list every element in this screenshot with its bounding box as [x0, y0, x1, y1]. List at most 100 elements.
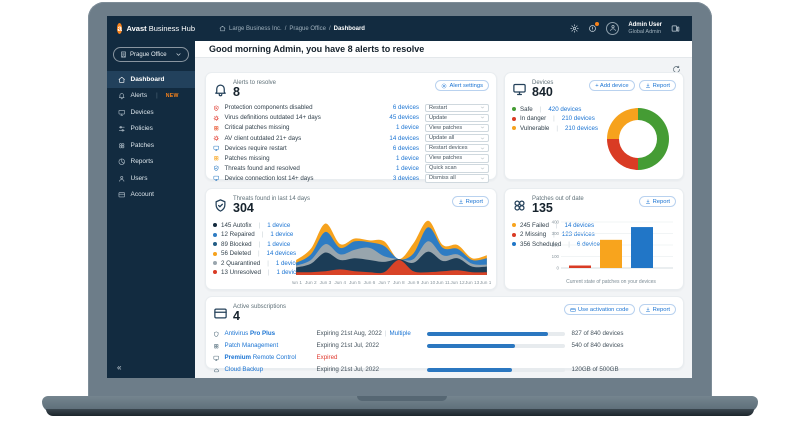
alert-devices-link[interactable]: 1 device: [367, 124, 419, 131]
sidebar-item-devices[interactable]: Devices: [107, 104, 195, 121]
legend-separator: |: [259, 231, 267, 238]
page: a Avast Business Hub Large Business Inc.…: [0, 0, 800, 421]
svg-text:100: 100: [552, 254, 560, 259]
sidebar-item-policies[interactable]: Policies: [107, 121, 195, 138]
subscription-expiry: Expired: [317, 354, 427, 361]
legend-devices-link[interactable]: 1 device: [267, 222, 290, 229]
alert-devices-link[interactable]: 3 devices: [367, 175, 419, 182]
alert-settings-button[interactable]: Alert settings: [435, 80, 489, 91]
legend-separator: |: [537, 106, 545, 113]
legend-label: Vulnerable: [520, 125, 549, 132]
svg-text:Jun 4: Jun 4: [334, 280, 346, 285]
shield-check-icon: [213, 165, 220, 172]
gear-icon[interactable]: [570, 24, 579, 33]
sidebar-item-account[interactable]: Account: [107, 187, 195, 204]
sidebar-item-patches[interactable]: Patches: [107, 137, 195, 154]
alert-action-select[interactable]: Restart devices: [425, 144, 489, 153]
virus-icon: [213, 135, 220, 142]
site-selector[interactable]: Prague Office: [113, 47, 189, 62]
subscription-name-link[interactable]: Antivirus Pro Plus: [225, 330, 317, 337]
svg-text:Jun 14: Jun 14: [480, 280, 491, 285]
chevron-down-icon: [480, 125, 485, 130]
sidebar-collapse-button[interactable]: «: [117, 363, 121, 372]
svg-text:0: 0: [557, 266, 560, 271]
new-badge: NEW: [166, 93, 179, 99]
subscription-name-link[interactable]: Premium Remote Control: [225, 354, 317, 361]
alert-devices-link[interactable]: 6 devices: [367, 104, 419, 111]
add-device-button[interactable]: + Add device: [589, 80, 634, 91]
breadcrumb-item[interactable]: Dashboard: [334, 26, 365, 32]
subscription-row: Cloud BackupExpiring 21st Jul, 2022120GB…: [213, 364, 676, 376]
devices-donut-chart: [607, 108, 669, 170]
card-icon: [570, 307, 576, 313]
svg-text:Jun 5: Jun 5: [349, 280, 361, 285]
subscription-name-link[interactable]: Cloud Backup: [225, 366, 317, 373]
alert-action-select[interactable]: View patches: [425, 154, 489, 163]
breadcrumb-item[interactable]: Large Business Inc.: [229, 26, 282, 32]
chevron-down-icon: [480, 136, 485, 141]
patches-report-button[interactable]: Report: [639, 196, 676, 207]
alert-action-select[interactable]: Update: [425, 114, 489, 123]
sidebar-item-users[interactable]: Users: [107, 170, 195, 187]
threats-report-button[interactable]: Report: [452, 196, 489, 207]
home-icon: [219, 25, 226, 32]
legend-separator: |: [256, 222, 264, 229]
sidebar-item-reports[interactable]: Reports: [107, 154, 195, 171]
refresh-icon[interactable]: [672, 61, 681, 70]
alerts-card: Alerts to resolve 8 Alert settings Prote…: [205, 72, 497, 180]
sidebar-item-label: Dashboard: [131, 76, 165, 83]
legend-devices-link[interactable]: 420 devices: [548, 106, 581, 113]
alert-action-value: Update all: [429, 135, 454, 141]
cloud-icon: [213, 367, 220, 374]
alert-label: Critical patches missing: [225, 124, 368, 131]
alert-devices-link[interactable]: 6 devices: [367, 145, 419, 152]
notifications-icon[interactable]: [588, 24, 597, 33]
alert-devices-link[interactable]: 1 device: [367, 155, 419, 162]
legend-devices-link[interactable]: 1 device: [267, 241, 290, 248]
monitor-icon: [118, 109, 126, 117]
legend-dot: [512, 233, 516, 237]
devices-panel-icon[interactable]: [671, 24, 680, 33]
patches-card-header: Patches out of date 135 Report: [512, 196, 676, 216]
alert-action-select[interactable]: Restart: [425, 104, 489, 113]
alert-devices-link[interactable]: 45 devices: [367, 114, 419, 121]
alert-action-select[interactable]: Update all: [425, 134, 489, 143]
alert-devices-link[interactable]: 14 devices: [367, 135, 419, 142]
sidebar-item-alerts[interactable]: Alerts|NEW: [107, 88, 195, 105]
alert-action-select[interactable]: Quick scan: [425, 164, 489, 173]
legend-dot: [512, 223, 516, 227]
alert-action-select[interactable]: Dismiss all: [425, 174, 489, 183]
svg-text:Jun 2: Jun 2: [305, 280, 317, 285]
legend-dot: [512, 107, 516, 111]
card-icon: [118, 191, 126, 199]
legend-devices-link[interactable]: 210 devices: [562, 115, 595, 122]
legend-label: 13 Unresolved: [221, 269, 261, 276]
subscriptions-report-button[interactable]: Report: [639, 304, 676, 315]
alert-row: Patches missing1 deviceView patches: [213, 153, 489, 163]
use-activation-code-button[interactable]: Use activation code: [564, 304, 635, 315]
chevron-down-icon: [480, 115, 485, 120]
patches-icon: [512, 198, 527, 213]
svg-text:400: 400: [552, 220, 560, 225]
subscription-row: Antivirus Pro PlusExpiring 21st Aug, 202…: [213, 328, 676, 340]
legend-separator: |: [265, 269, 273, 276]
sidebar-item-dashboard[interactable]: Dashboard: [107, 71, 195, 88]
user-info[interactable]: Admin User Global Admin: [628, 22, 662, 35]
devices-report-button[interactable]: Report: [639, 80, 676, 91]
subscriptions-count: 4: [233, 310, 286, 324]
alert-label: Threats found and resolved: [225, 165, 368, 172]
multiple-link[interactable]: Multiple: [389, 330, 410, 337]
brand[interactable]: a Avast Business Hub: [107, 23, 195, 34]
alert-devices-link[interactable]: 1 device: [367, 165, 419, 172]
download-icon: [645, 83, 651, 89]
legend-devices-link[interactable]: 1 device: [270, 231, 293, 238]
svg-text:Jun 12: Jun 12: [450, 280, 465, 285]
breadcrumb-item[interactable]: Prague Office: [289, 26, 326, 32]
site-selector-label: Prague Office: [130, 52, 167, 58]
alert-action-select[interactable]: View patches: [425, 124, 489, 133]
avatar[interactable]: [606, 22, 619, 35]
alert-row: Device connection lost 14+ days3 devices…: [213, 173, 489, 183]
subscription-usage: 120GB of 500GB: [565, 366, 619, 373]
subscription-name-link[interactable]: Patch Management: [225, 342, 317, 349]
legend-devices-link[interactable]: 210 devices: [565, 125, 598, 132]
